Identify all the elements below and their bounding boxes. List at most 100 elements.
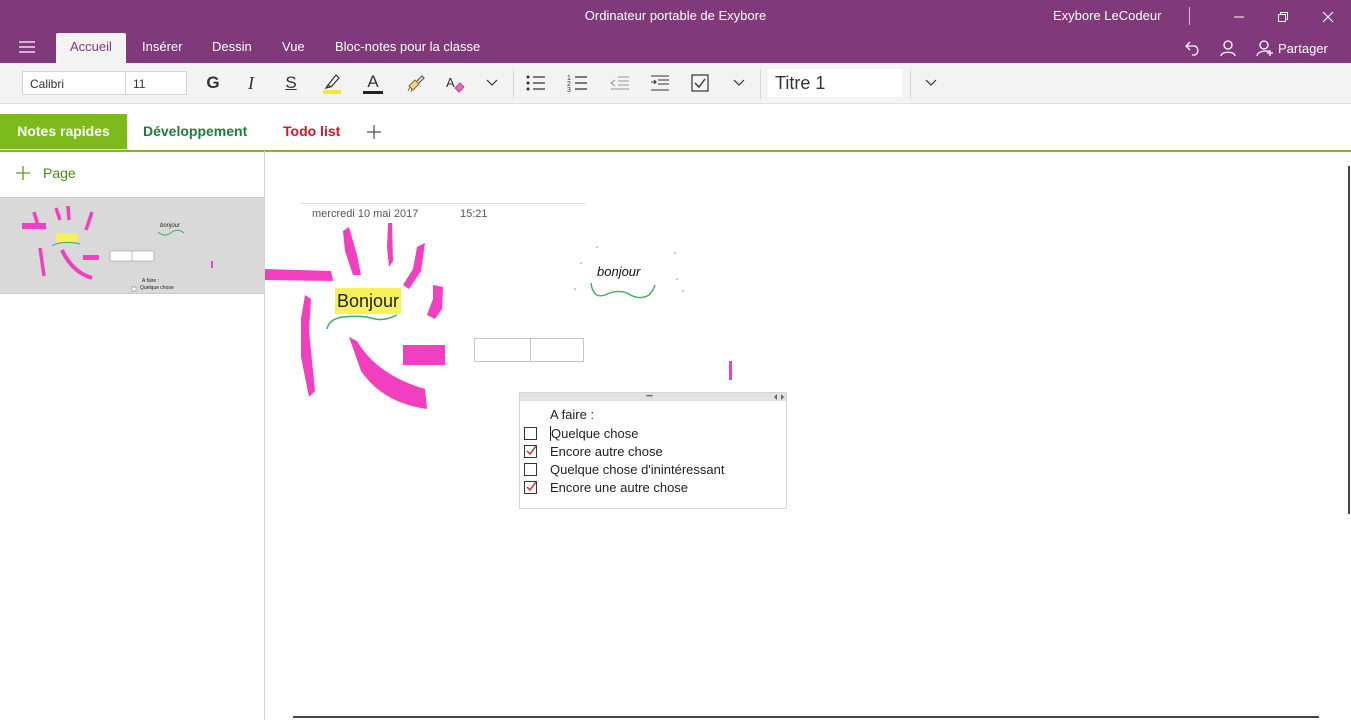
account-button[interactable] <box>1219 39 1237 62</box>
todo-checkbox[interactable] <box>524 463 537 476</box>
share-label: Partager <box>1278 40 1328 56</box>
container-drag-handle[interactable]: •••• <box>520 393 786 401</box>
chevron-down-icon <box>925 79 937 86</box>
page-canvas[interactable]: mercredi 10 mai 2017 15:21 Bonjour bonjo… <box>265 151 1351 720</box>
page-list-sidebar: Page bonjour A faire : Quelque chose <box>0 151 265 720</box>
tab-vue[interactable]: Vue <box>282 33 305 63</box>
plus-icon <box>367 125 381 139</box>
decrease-indent-button[interactable] <box>606 69 634 97</box>
tab-inserer[interactable]: Insérer <box>142 33 182 63</box>
person-icon <box>1220 40 1236 57</box>
undo-icon <box>1185 41 1199 56</box>
tab-dessin[interactable]: Dessin <box>212 33 252 63</box>
thumbnail-todo-header: A faire : <box>142 278 159 284</box>
todo-checkbox-checked[interactable] <box>524 481 537 494</box>
numbered-list-icon: 1 2 3 <box>567 75 587 93</box>
bulleted-list-button[interactable] <box>522 69 550 97</box>
section-tab-todo-list[interactable]: Todo list <box>283 114 340 149</box>
indent-icon <box>651 75 669 91</box>
increase-indent-button[interactable] <box>646 69 674 97</box>
font-color-swatch <box>363 90 383 94</box>
tab-bloc-notes-classe[interactable]: Bloc-notes pour la classe <box>335 33 480 63</box>
font-name-field[interactable]: Calibri <box>22 71 126 95</box>
page-title-line <box>300 203 585 204</box>
page-thumbnail-preview: bonjour <box>22 205 213 292</box>
clear-formatting-button[interactable]: A <box>441 69 469 97</box>
svg-text:3: 3 <box>567 87 571 93</box>
close-icon <box>1322 11 1334 22</box>
svg-text:A: A <box>446 75 455 90</box>
toolbar-divider <box>513 69 514 99</box>
chevron-down-icon <box>733 79 745 86</box>
ribbon-tabs: Accueil Insérer Dessin Vue Bloc-notes po… <box>0 33 1351 63</box>
minimize-icon <box>1234 16 1244 17</box>
user-name[interactable]: Exybore LeCodeur <box>1053 8 1161 23</box>
clear-formatting-icon: A <box>446 75 465 93</box>
chevron-down-icon <box>486 79 498 86</box>
title-separator <box>1189 7 1190 25</box>
hamburger-menu-button[interactable] <box>18 40 36 59</box>
todo-note-container[interactable]: •••• A faire : Quelque chose Encore autr… <box>519 392 787 509</box>
pink-ink-mark <box>729 361 732 380</box>
todo-item-label: Quelque chose <box>550 426 639 441</box>
add-section-button[interactable] <box>366 124 382 145</box>
resize-arrows-icon <box>774 394 784 400</box>
font-color-button[interactable]: A <box>359 69 387 97</box>
highlight-button[interactable] <box>318 69 346 97</box>
toolbar-divider <box>760 69 761 99</box>
outdent-icon <box>610 76 629 90</box>
section-tabs: Notes rapides Développement Todo list <box>0 114 1351 152</box>
restore-button[interactable] <box>1260 0 1306 33</box>
add-page-label: Page <box>43 165 76 181</box>
todo-tag-button[interactable] <box>686 69 714 97</box>
restore-icon <box>1278 11 1288 22</box>
checkmark-icon <box>526 481 537 492</box>
share-person-icon <box>1256 40 1273 57</box>
highlighter-icon <box>323 74 341 94</box>
green-ink-underline <box>326 314 398 330</box>
tab-accueil[interactable]: Accueil <box>56 33 126 63</box>
empty-table[interactable] <box>474 338 584 362</box>
plus-icon <box>16 166 30 180</box>
formatting-toolbar: Calibri 11 G I S A A 1 2 3 Titre 1 <box>0 63 1351 104</box>
font-size-field[interactable]: 11 <box>125 71 187 95</box>
todo-header: A faire : <box>550 407 595 422</box>
todo-item-label: Encore une autre chose <box>550 480 689 495</box>
undo-button[interactable] <box>1184 39 1202 62</box>
italic-button[interactable]: I <box>237 69 265 97</box>
minimize-button[interactable] <box>1216 0 1262 33</box>
add-page-button[interactable]: Page <box>15 165 76 181</box>
font-color-glyph: A <box>367 71 379 91</box>
section-tab-notes-rapides[interactable]: Notes rapides <box>0 114 127 149</box>
todo-checkbox-checked[interactable] <box>524 445 537 458</box>
share-button[interactable]: Partager <box>1256 39 1328 57</box>
toolbar-divider <box>910 69 911 99</box>
todo-item-label: Quelque chose d'inintéressant <box>550 462 725 477</box>
title-bar: Ordinateur portable de Exybore Exybore L… <box>0 0 1351 33</box>
vertical-scrollbar[interactable] <box>1348 166 1350 514</box>
checkmark-icon <box>526 445 537 456</box>
numbered-list-button[interactable]: 1 2 3 <box>564 69 592 97</box>
styles-more-button[interactable] <box>917 69 945 97</box>
todo-item-label: Encore autre chose <box>550 444 663 459</box>
thumbnail-todo-first: Quelque chose <box>140 285 174 291</box>
page-thumbnail[interactable]: bonjour A faire : Quelque chose <box>0 197 264 294</box>
close-button[interactable] <box>1305 0 1351 33</box>
horizontal-scrollbar[interactable] <box>293 716 1319 718</box>
section-tab-developpement[interactable]: Développement <box>143 114 247 149</box>
checkbox-icon <box>691 74 709 92</box>
font-more-button[interactable] <box>478 69 506 97</box>
bullet-list-icon <box>526 75 545 91</box>
green-ink-squiggle <box>574 246 684 299</box>
svg-text:bonjour: bonjour <box>160 223 181 229</box>
drag-dots-icon: •••• <box>646 394 653 400</box>
hamburger-icon <box>19 41 35 53</box>
table-cell-divider <box>530 339 531 361</box>
format-painter-button[interactable] <box>402 69 430 97</box>
style-selector[interactable]: Titre 1 <box>768 69 902 97</box>
paragraph-more-button[interactable] <box>725 69 753 97</box>
underline-button[interactable]: S <box>277 69 305 97</box>
todo-checkbox[interactable] <box>524 427 537 440</box>
format-painter-icon <box>407 75 425 93</box>
bold-button[interactable]: G <box>199 69 227 97</box>
